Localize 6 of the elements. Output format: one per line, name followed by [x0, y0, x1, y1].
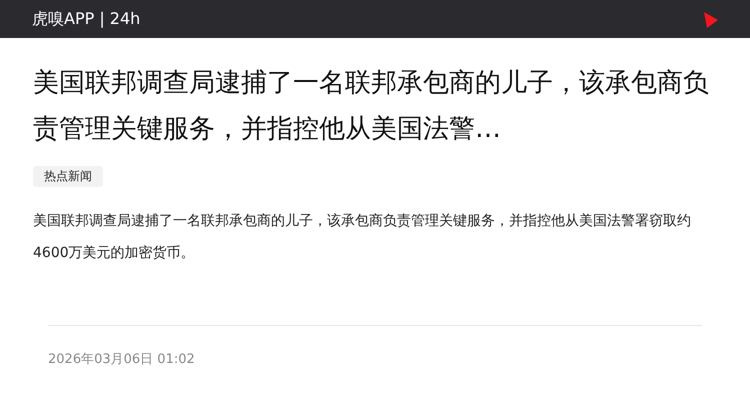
play-icon[interactable] [704, 12, 718, 28]
category-tag: 热点新闻 [33, 166, 103, 187]
app-title: 虎嗅APP | 24h [32, 8, 140, 30]
article-summary: 美国联邦调查局逮捕了一名联邦承包商的儿子，该承包商负责管理关键服务，并指控他从美国法警署窃取约4600万美元的加密货币。 [33, 212, 692, 263]
article-title: 美国联邦调查局逮捕了一名联邦承包商的儿子，该承包商负责管理关键服务，并指控他从美国法警… [33, 67, 710, 146]
publish-date: 2026年03月06日 01:02 [48, 351, 196, 368]
